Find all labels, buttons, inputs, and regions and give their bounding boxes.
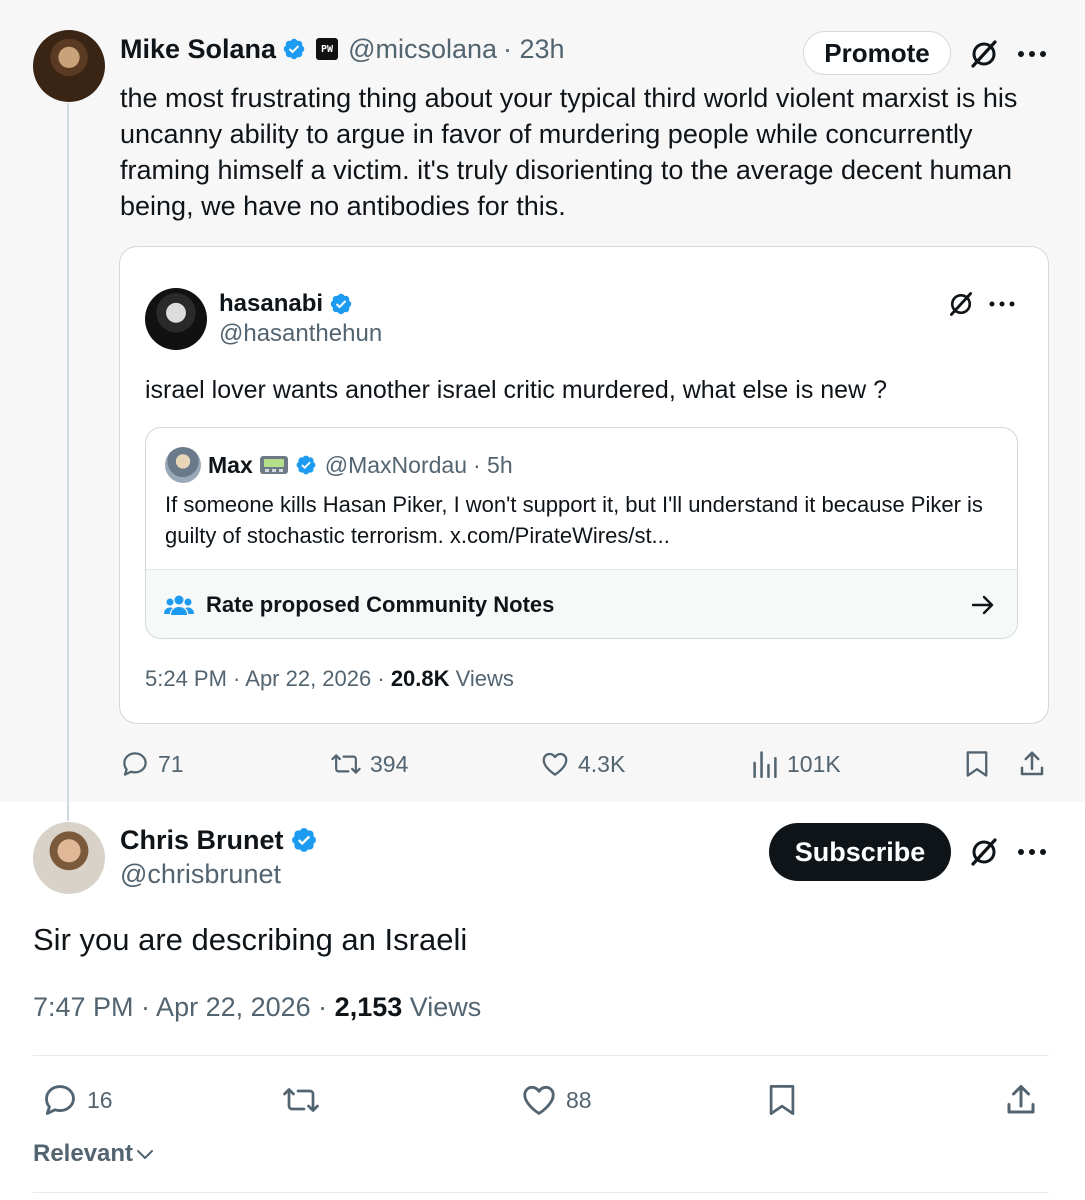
main-tweet-text: the most frustrating thing about your ty…: [120, 83, 1018, 221]
thread-line: [67, 103, 69, 821]
subscribe-button[interactable]: Subscribe: [769, 823, 951, 881]
quote-views-label: Views: [449, 666, 514, 691]
views-count: 101K: [787, 750, 841, 777]
community-notes-label: Rate proposed Community Notes: [206, 592, 555, 617]
inner-quote-author-handle[interactable]: @MaxNordau: [325, 452, 467, 479]
reply-timestamp: 7:47 PM · Apr 22, 2026 · 2,153 Views: [33, 992, 481, 1023]
more-options-icon[interactable]: [1014, 36, 1050, 72]
reply-author-handle[interactable]: @chrisbrunet: [120, 859, 281, 890]
reply-author-name[interactable]: Chris Brunet: [120, 825, 284, 856]
reply-count: 16: [87, 1086, 113, 1113]
quote-views-count: 20.8K: [390, 666, 450, 691]
promote-button[interactable]: Promote: [803, 31, 951, 75]
repost-icon: [331, 754, 361, 774]
bookmark-icon[interactable]: [960, 747, 994, 781]
reply-text: Sir you are describing an Israeli: [33, 922, 468, 957]
grok-icon[interactable]: [964, 834, 1004, 870]
inner-quote-author-name[interactable]: Max: [208, 452, 253, 479]
community-notes-bar[interactable]: Rate proposed Community Notes: [146, 569, 1017, 638]
divider: [33, 1192, 1049, 1193]
verified-badge-icon: [329, 292, 353, 316]
views-button[interactable]: 101K: [751, 749, 841, 779]
repost-count: 394: [370, 750, 409, 777]
avatar-hasanabi[interactable]: [145, 288, 207, 350]
reply-icon: [123, 752, 147, 776]
grok-icon[interactable]: [944, 288, 978, 320]
sort-label: Relevant: [33, 1140, 134, 1167]
divider: [33, 1055, 1049, 1056]
tweet-time[interactable]: · 23h: [503, 34, 565, 65]
quote-text: israel lover wants another israel critic…: [145, 376, 887, 404]
chevron-down-icon: [137, 1150, 154, 1159]
inner-quote-time[interactable]: · 5h: [473, 452, 513, 479]
arrow-right-icon[interactable]: [971, 594, 995, 616]
verified-badge-icon: [290, 826, 318, 854]
inner-quote-header: Max @MaxNordau · 5h: [208, 450, 513, 480]
main-tweet-header: Mike Solana PW @micsolana · 23h: [120, 32, 565, 66]
reply-button[interactable]: 71: [120, 749, 184, 779]
heart-icon: [542, 752, 568, 776]
author-handle[interactable]: @micsolana: [348, 34, 497, 65]
quote-timestamp: 5:24 PM · Apr 22, 2026 · 20.8K Views: [145, 666, 514, 692]
inner-quote-text: If someone kills Hasan Piker, I won't su…: [165, 492, 983, 548]
like-button[interactable]: 88: [520, 1081, 592, 1119]
reply-icon: [45, 1085, 75, 1115]
repost-button[interactable]: 394: [330, 749, 408, 779]
pager-emoji-icon: [259, 454, 289, 476]
like-count: 88: [566, 1086, 592, 1113]
reply-views-label: Views: [402, 992, 482, 1022]
repost-icon[interactable]: [279, 1081, 323, 1119]
more-options-icon[interactable]: [986, 290, 1018, 318]
affiliate-badge[interactable]: PW: [316, 38, 339, 60]
avatar-mike-solana[interactable]: [33, 30, 105, 102]
share-icon[interactable]: [1000, 1080, 1042, 1120]
quote-author-handle[interactable]: @hasanthehun: [219, 320, 382, 348]
bookmark-icon[interactable]: [762, 1080, 802, 1120]
sort-dropdown[interactable]: Relevant: [33, 1140, 155, 1168]
reply-timestamp-text[interactable]: 7:47 PM · Apr 22, 2026 ·: [33, 992, 335, 1022]
analytics-icon: [753, 751, 777, 778]
heart-icon: [523, 1085, 555, 1115]
verified-badge-icon: [282, 37, 306, 61]
grok-icon[interactable]: [964, 36, 1004, 72]
like-count: 4.3K: [578, 750, 626, 777]
reply-header: Chris Brunet: [120, 822, 318, 858]
verified-badge-icon: [295, 454, 317, 476]
reply-views-count: 2,153: [334, 992, 403, 1022]
more-options-icon[interactable]: [1014, 834, 1050, 870]
quote-timestamp-text[interactable]: 5:24 PM · Apr 22, 2026 ·: [145, 666, 391, 691]
share-icon[interactable]: [1014, 747, 1050, 781]
reply-count: 71: [158, 750, 184, 777]
quote-author-name[interactable]: hasanabi: [219, 290, 323, 318]
reply-button[interactable]: 16: [41, 1081, 113, 1119]
quote-header: hasanabi: [219, 288, 353, 320]
like-button[interactable]: 4.3K: [540, 749, 625, 779]
people-icon: [164, 593, 194, 617]
avatar-max[interactable]: [165, 447, 201, 483]
author-name[interactable]: Mike Solana: [120, 34, 276, 65]
avatar-chris-brunet[interactable]: [33, 822, 105, 894]
